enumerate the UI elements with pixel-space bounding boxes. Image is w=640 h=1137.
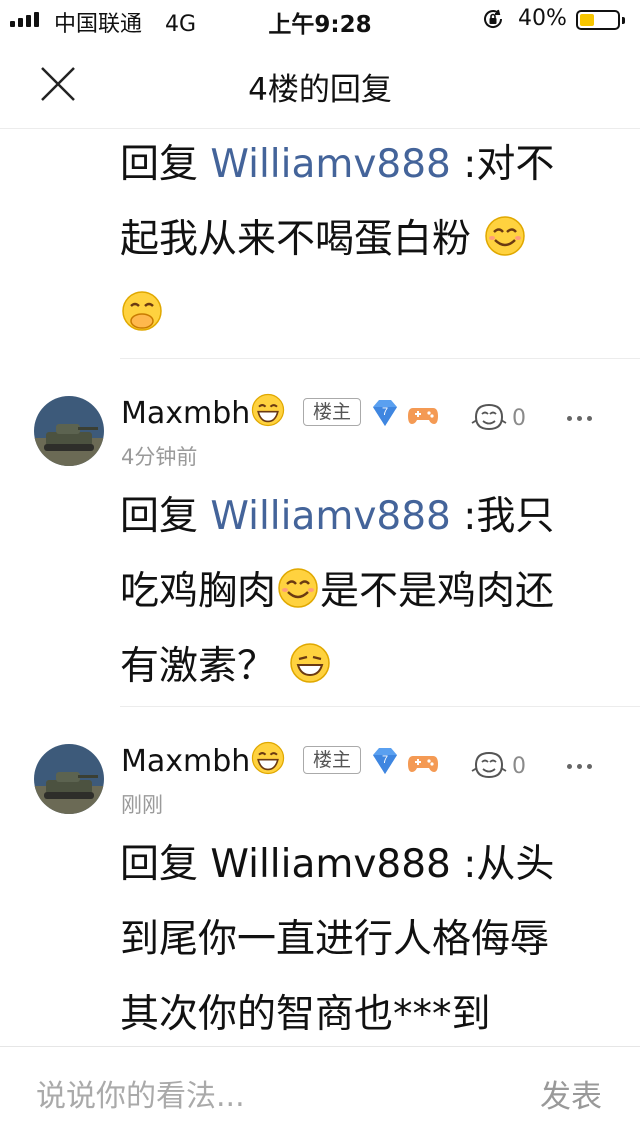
host-badge: 楼主: [303, 398, 361, 426]
battery-percent: 40%: [518, 6, 567, 31]
grin-emoji-icon: [252, 393, 285, 427]
comment-time: 4分钟前: [121, 445, 198, 469]
tank-avatar-icon: [34, 744, 104, 814]
like-face-icon: [471, 751, 507, 779]
reply-prefix: 回复: [120, 494, 211, 539]
reply-prefix: 回复: [120, 142, 211, 187]
comment-input[interactable]: 说说你的看法...: [36, 1071, 476, 1115]
smile-emoji-icon: [290, 643, 331, 683]
send-button[interactable]: 发表: [540, 1071, 602, 1116]
reply-list[interactable]: 回复 Williamv888 :对不起我从来不喝蛋白粉 Maxmbh 楼主 7 …: [0, 128, 640, 1046]
comment-time: 刚刚: [121, 793, 163, 817]
reply-content: 回复 Williamv888 :我只吃鸡胸肉 是不是鸡肉还有激素？: [120, 480, 590, 705]
avatar[interactable]: [34, 744, 104, 814]
carrier-name: 中国联通: [54, 12, 143, 37]
mention-link[interactable]: Williamv888: [210, 142, 450, 187]
network-type: 4G: [165, 12, 197, 37]
header: 4楼的回复: [0, 40, 640, 129]
divider: [120, 706, 640, 707]
rotation-lock-icon: [484, 9, 503, 28]
avatar[interactable]: [34, 396, 104, 466]
grin-emoji-icon: [252, 741, 285, 775]
diamond-level-icon: 7: [373, 400, 397, 426]
like-count: 0: [512, 405, 526, 431]
comment-input-bar: 说说你的看法... 发表: [0, 1046, 640, 1137]
page-title: 4楼的回复: [248, 72, 392, 108]
svg-text:7: 7: [382, 406, 388, 418]
username[interactable]: Maxmbh: [121, 740, 286, 779]
more-options-icon[interactable]: [567, 764, 597, 769]
username-text: Maxmbh: [121, 744, 251, 779]
gamepad-icon: [408, 756, 438, 772]
signal-strength-icon: [10, 12, 39, 27]
host-badge: 楼主: [303, 746, 361, 774]
svg-text:7: 7: [382, 754, 388, 766]
username-text: Maxmbh: [121, 396, 251, 431]
mention-link[interactable]: Williamv888: [210, 494, 450, 539]
like-face-icon: [471, 403, 507, 431]
carrier-network: 中国联通 4G: [54, 6, 196, 38]
reply-content: 回复 Williamv888 :从头到尾你一直进行人格侮辱 其次你的智商也***…: [120, 842, 555, 1037]
more-options-icon[interactable]: [567, 416, 597, 421]
like-button[interactable]: 0: [470, 749, 526, 783]
status-bar: 中国联通 4G 上午9:28 40%: [0, 0, 640, 40]
smirk-emoji-icon: [485, 216, 526, 256]
battery-icon: [576, 10, 625, 30]
reply-content: 回复 Williamv888 :对不起我从来不喝蛋白粉: [120, 128, 590, 353]
like-count: 0: [512, 753, 526, 779]
like-button[interactable]: 0: [470, 401, 526, 435]
diamond-level-icon: 7: [373, 748, 397, 774]
tank-avatar-icon: [34, 396, 104, 466]
gamepad-icon: [408, 408, 438, 424]
covering-mouth-emoji-icon: [122, 291, 162, 331]
divider: [120, 358, 640, 359]
username[interactable]: Maxmbh: [121, 392, 286, 431]
smirk-emoji-icon: [278, 568, 318, 608]
